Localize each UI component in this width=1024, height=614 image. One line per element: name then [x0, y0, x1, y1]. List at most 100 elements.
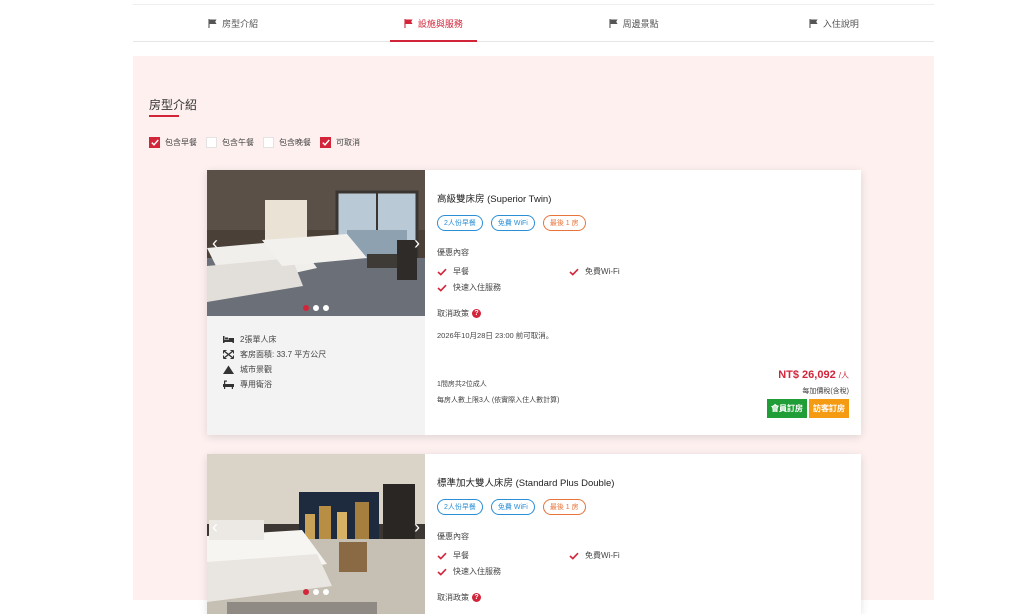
carousel-dot[interactable] [313, 305, 319, 311]
perk-label: 免費Wi-Fi [585, 267, 620, 276]
amenity-item: 專用衛浴 [223, 379, 272, 390]
perk-item: 免費Wi-Fi [569, 266, 620, 277]
check-icon [569, 552, 579, 560]
carousel-dot[interactable] [323, 589, 329, 595]
cancel-policy-label: 取消政策 [437, 309, 469, 318]
checkbox-empty-icon[interactable] [263, 137, 274, 148]
room-photo-carousel[interactable]: ‹ › [207, 170, 425, 316]
carousel-prev-icon[interactable]: ‹ [212, 518, 218, 536]
room-card: ‹ › 標準加大雙人床房 (Standard Plus Double) 2人份早… [207, 454, 861, 614]
perk-label: 快速入住服務 [453, 283, 501, 292]
perk-label: 免費Wi-Fi [585, 551, 620, 560]
room-price: NT$ 26,092 /人 [778, 369, 849, 381]
filter-label: 包含晚餐 [279, 138, 311, 147]
tab-room-types[interactable]: 房型介紹 [133, 5, 333, 41]
filter-breakfast[interactable]: 包含早餐 [149, 137, 197, 148]
area-icon [223, 350, 234, 359]
carousel-dot[interactable] [303, 589, 309, 595]
badge-row: 2人份早餐 免費 WiFi 最後 1 房 [437, 499, 594, 515]
checkbox-checked-icon[interactable] [149, 137, 160, 148]
check-icon [437, 568, 447, 576]
cancel-policy-text: 2026年10月28日 23:00 前可取消。 [437, 331, 554, 340]
amenity-item: 2張單人床 [223, 334, 276, 345]
check-icon [437, 284, 447, 292]
tab-checkin-info[interactable]: 入住說明 [734, 5, 934, 41]
perk-item: 早餐 [437, 550, 469, 561]
perk-label: 快速入住服務 [453, 567, 501, 576]
amenity-item: 城市景觀 [223, 364, 272, 375]
amenity-label: 2張單人床 [240, 335, 277, 344]
perk-item: 快速入住服務 [437, 282, 501, 293]
tab-label: 入住說明 [822, 18, 859, 29]
bed-icon [223, 336, 234, 343]
carousel-next-icon[interactable]: › [414, 234, 420, 252]
price-value: NT$ 26,092 [778, 369, 836, 381]
tab-attractions[interactable]: 周邊景點 [534, 5, 734, 41]
amenity-item: 客房面積: 33.7 平方公尺 [223, 349, 326, 360]
tab-label: 周邊景點 [622, 18, 659, 29]
room-types-panel: 房型介紹 包含早餐 包含午餐 包含晚餐 可取消 ‹ › 2張單人床 客房面積: … [133, 56, 934, 614]
bath-icon [223, 380, 234, 389]
perk-label: 早餐 [453, 551, 469, 560]
section-title: 房型介紹 [149, 98, 198, 112]
member-booking-button[interactable]: 會員訂房 [767, 399, 807, 418]
tax-note: 每加價稅(含稅) [802, 388, 849, 395]
cancel-policy-label: 取消政策 [437, 593, 469, 602]
filter-cancellable[interactable]: 可取消 [320, 137, 360, 148]
checkbox-empty-icon[interactable] [206, 137, 217, 148]
filter-label: 可取消 [336, 138, 360, 147]
room-photo [207, 170, 425, 316]
amenity-list: 2張單人床 客房面積: 33.7 平方公尺 城市景觀 專用衛浴 [207, 316, 425, 435]
amenity-label: 專用衛浴 [240, 380, 272, 389]
carousel-prev-icon[interactable]: ‹ [212, 234, 218, 252]
tab-label: 設施與服務 [417, 18, 463, 29]
filter-label: 包含午餐 [222, 138, 254, 147]
flag-icon [404, 18, 413, 28]
check-icon [437, 552, 447, 560]
last-room-badge: 最後 1 房 [542, 499, 586, 515]
occupancy-text: 1間房共2位成人 [437, 381, 487, 388]
wifi-badge: 免費 WiFi [490, 215, 535, 231]
tab-label: 房型介紹 [222, 18, 259, 29]
room-name: 標準加大雙人床房 (Standard Plus Double) [437, 478, 615, 489]
flag-icon [208, 18, 217, 28]
booking-buttons: 會員訂房 訪客訂房 [765, 399, 849, 418]
badge-row: 2人份早餐 免費 WiFi 最後 1 房 [437, 215, 594, 231]
tab-facilities[interactable]: 設施與服務 [333, 5, 533, 42]
carousel-next-icon[interactable]: › [414, 518, 420, 536]
title-underline [149, 115, 179, 117]
offer-title: 優惠內容 [437, 248, 469, 257]
carousel-dot[interactable] [303, 305, 309, 311]
flag-icon [609, 18, 618, 28]
offer-title: 優惠內容 [437, 532, 469, 541]
last-room-badge: 最後 1 房 [542, 215, 586, 231]
breakfast-badge: 2人份早餐 [437, 499, 483, 515]
guest-booking-button[interactable]: 訪客訂房 [809, 399, 849, 418]
max-guests-text: 每房人數上限3人 (依實際入住人數計算) [437, 397, 560, 404]
flag-icon [809, 18, 818, 28]
amenity-label: 客房面積: 33.7 平方公尺 [240, 350, 327, 359]
carousel-dot[interactable] [323, 305, 329, 311]
check-icon [569, 268, 579, 276]
filter-lunch[interactable]: 包含午餐 [206, 137, 254, 148]
perk-item: 免費Wi-Fi [569, 550, 620, 561]
cancel-policy-title: 取消政策? [437, 308, 481, 319]
perk-item: 早餐 [437, 266, 469, 277]
check-icon [437, 268, 447, 276]
carousel-dots [303, 589, 333, 595]
help-icon[interactable]: ? [472, 593, 481, 603]
price-unit: /人 [838, 371, 849, 380]
checkbox-checked-icon[interactable] [320, 137, 331, 148]
cancel-policy-title: 取消政策? [437, 592, 481, 603]
room-photo-carousel[interactable]: ‹ › [207, 454, 425, 614]
carousel-dot[interactable] [313, 589, 319, 595]
carousel-dots [303, 305, 333, 311]
breakfast-badge: 2人份早餐 [437, 215, 483, 231]
filter-dinner[interactable]: 包含晚餐 [263, 137, 311, 148]
help-icon[interactable]: ? [472, 309, 481, 319]
room-card: ‹ › 2張單人床 客房面積: 33.7 平方公尺 城市景觀 專用衛浴 高級雙床… [207, 170, 861, 435]
room-name: 高級雙床房 (Superior Twin) [437, 194, 552, 205]
mountain-icon [223, 365, 234, 374]
perk-item: 快速入住服務 [437, 566, 501, 577]
filter-label: 包含早餐 [165, 138, 197, 147]
